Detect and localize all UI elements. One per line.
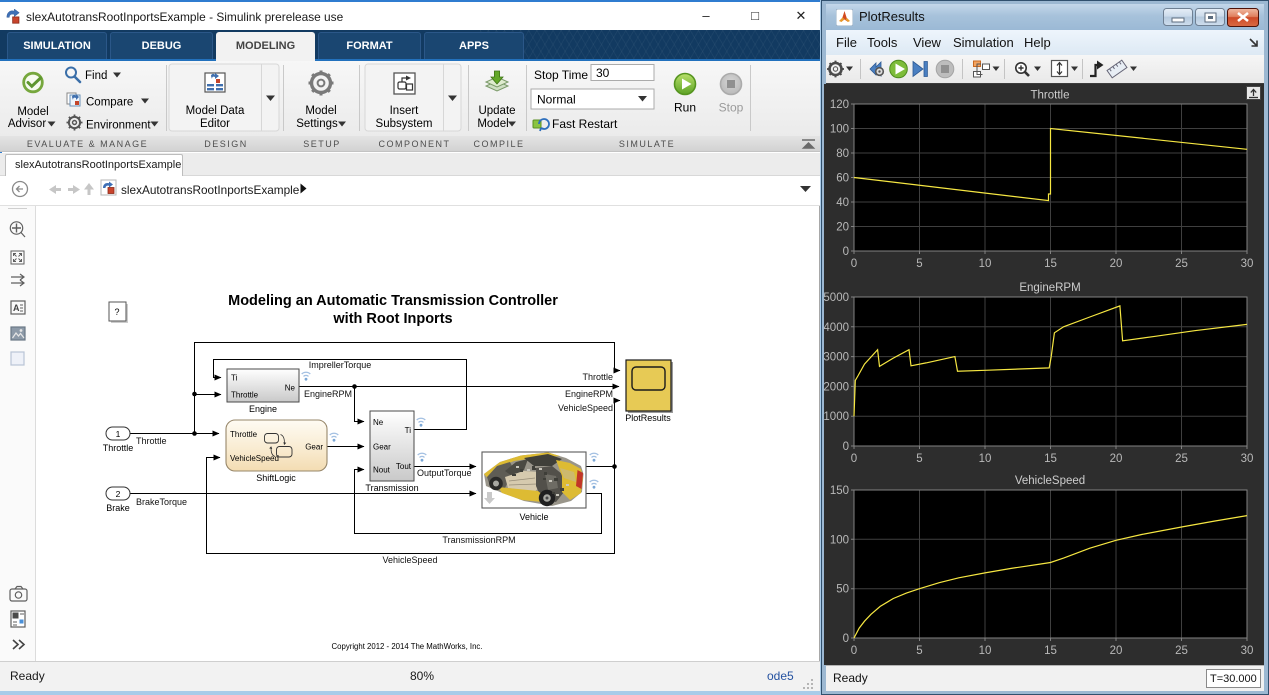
svg-text:Transmission: Transmission [365, 483, 418, 493]
svg-text:Ti: Ti [231, 374, 238, 383]
svg-text:Model: Model [305, 105, 336, 117]
svg-text:2: 2 [116, 489, 121, 499]
svg-text:Vehicle: Vehicle [519, 512, 548, 522]
svg-text:VehicleSpeed: VehicleSpeed [382, 555, 437, 565]
svg-text:OutputTorque: OutputTorque [417, 468, 472, 478]
svg-text:Throttle: Throttle [136, 436, 167, 446]
svg-text:Engine: Engine [249, 404, 277, 414]
svg-text:Advisor: Advisor [8, 118, 47, 130]
svg-text:Throttle: Throttle [231, 391, 259, 400]
svg-text:1: 1 [116, 429, 121, 439]
svg-text:ShiftLogic: ShiftLogic [256, 473, 296, 483]
svg-text:Settings: Settings [296, 118, 338, 130]
svg-text:Throttle: Throttle [230, 430, 258, 439]
svg-text:Throttle: Throttle [103, 443, 134, 453]
svg-text:with Root Inports: with Root Inports [332, 311, 452, 327]
svg-text:Subsystem: Subsystem [376, 118, 433, 130]
svg-text:Stop Time: Stop Time [534, 68, 588, 82]
svg-text:BrakeTorque: BrakeTorque [136, 497, 187, 507]
svg-text:Nout: Nout [373, 466, 391, 475]
svg-text:Tout: Tout [396, 462, 412, 471]
svg-text:Ne: Ne [285, 384, 296, 393]
svg-text:Ti: Ti [405, 426, 412, 435]
svg-text:Gear: Gear [373, 443, 391, 452]
svg-text:Modeling an Automatic Transmis: Modeling an Automatic Transmission Contr… [228, 293, 558, 309]
svg-text:VehicleSpeed: VehicleSpeed [230, 454, 279, 463]
svg-text:EngineRPM: EngineRPM [565, 389, 613, 399]
svg-text:Stop: Stop [719, 101, 744, 115]
svg-text:VehicleSpeed: VehicleSpeed [558, 403, 613, 413]
svg-text:Model Data: Model Data [186, 105, 245, 117]
svg-text:Model: Model [477, 118, 508, 130]
svg-text:Update: Update [478, 105, 515, 117]
svg-text:Ne: Ne [373, 418, 384, 427]
svg-text:Editor: Editor [200, 118, 230, 130]
svg-text:Insert: Insert [390, 105, 420, 117]
svg-text:EngineRPM: EngineRPM [304, 389, 352, 399]
svg-text:Run: Run [674, 101, 696, 115]
svg-text:?: ? [114, 307, 119, 317]
svg-text:Normal: Normal [537, 93, 576, 107]
svg-text:Copyright 2012 - 2014 The Math: Copyright 2012 - 2014 The MathWorks, Inc… [332, 642, 483, 651]
svg-text:Model: Model [17, 106, 48, 118]
svg-text:Gear: Gear [305, 443, 323, 452]
svg-text:slexAutotransRootInportsExampl: slexAutotransRootInportsExample [121, 183, 300, 197]
svg-text:ImprellerTorque: ImprellerTorque [309, 360, 372, 370]
svg-text:Compare: Compare [86, 97, 133, 109]
svg-text:Fast Restart: Fast Restart [552, 117, 618, 131]
svg-text:PlotResults: PlotResults [625, 413, 671, 423]
svg-text:Environment: Environment [86, 120, 151, 132]
svg-text:Find: Find [85, 70, 107, 82]
svg-text:Throttle: Throttle [582, 372, 613, 382]
svg-text:TransmissionRPM: TransmissionRPM [442, 535, 515, 545]
svg-text:A: A [13, 303, 20, 313]
svg-text:Brake: Brake [106, 503, 130, 513]
svg-text:30: 30 [596, 66, 610, 80]
